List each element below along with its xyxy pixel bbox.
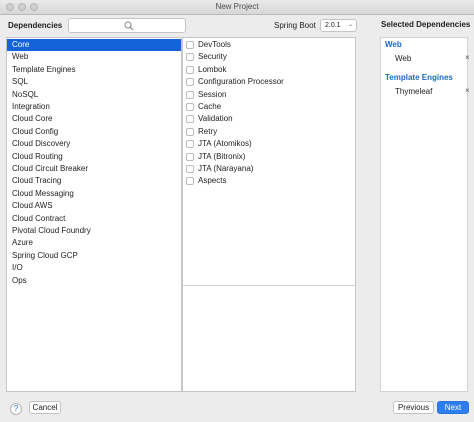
dependency-label: Session — [198, 89, 227, 99]
dependency-list: DevTools Security Lombok Configuration Proc… — [182, 37, 356, 392]
spring-boot-version-value: 2.0.1 — [325, 22, 341, 29]
dependency-label: DevTools — [198, 40, 231, 49]
next-button[interactable]: Next — [437, 401, 469, 414]
dependency-label: Retry — [198, 126, 218, 136]
dependency-label: JTA (Narayana) — [198, 164, 254, 173]
category-item[interactable]: Cloud Discovery — [7, 138, 181, 150]
category-item[interactable]: Ops — [7, 275, 181, 287]
selected-item: Thymeleaf — [395, 87, 433, 96]
dependency-checkbox[interactable] — [186, 152, 194, 161]
selected-group-heading: Web — [385, 40, 402, 49]
window-titlebar: New Project — [0, 0, 474, 15]
category-item[interactable]: Cloud Contract — [7, 213, 181, 225]
spring-boot-label: Spring Boot — [274, 21, 316, 30]
dependency-item[interactable]: Configuration Processor — [183, 76, 355, 88]
dependency-checkbox[interactable] — [186, 41, 194, 49]
dependency-label: Configuration Processor — [198, 77, 284, 87]
category-item[interactable]: Cloud Config — [7, 126, 181, 138]
dependency-checkbox[interactable] — [186, 115, 194, 124]
dependency-label: JTA (Bitronix) — [198, 151, 246, 161]
category-item[interactable]: SQL — [7, 76, 181, 88]
dependency-checkbox[interactable] — [186, 78, 194, 87]
dependency-checkbox[interactable] — [186, 90, 194, 99]
dependency-label: Cache — [198, 102, 222, 111]
category-item[interactable]: Web — [7, 51, 181, 63]
dependency-item[interactable]: Cache — [183, 101, 355, 113]
selected-group-heading: Template Engines — [385, 73, 453, 82]
category-item[interactable]: Pivotal Cloud Foundry — [7, 225, 181, 237]
dependency-label: Lombok — [198, 64, 227, 74]
dependency-item[interactable]: JTA (Bitronix) — [183, 151, 355, 163]
dependency-label: Security — [198, 52, 227, 62]
category-item[interactable]: Cloud Routing — [7, 151, 181, 163]
dependency-item[interactable]: Session — [183, 89, 355, 101]
dependency-item[interactable]: JTA (Atomikos) — [183, 138, 355, 150]
dependency-item[interactable]: Lombok — [183, 64, 355, 76]
cancel-button[interactable]: Cancel — [29, 401, 61, 414]
category-item[interactable]: I/O — [7, 262, 181, 274]
dependency-label: Aspects — [198, 176, 227, 186]
category-item[interactable]: Cloud Core — [7, 113, 181, 125]
dependencies-label: Dependencies — [8, 21, 63, 30]
dependency-label: JTA (Atomikos) — [198, 139, 252, 149]
dependency-checkbox[interactable] — [186, 177, 194, 186]
dependency-checkbox[interactable] — [186, 53, 194, 62]
dependency-item[interactable]: Aspects — [183, 175, 355, 187]
spring-boot-version-select[interactable]: 2.0.1 ⌄ — [320, 19, 357, 32]
dependency-item[interactable]: Retry — [183, 126, 355, 138]
dependency-label: Validation — [198, 114, 233, 124]
category-item[interactable]: Template Engines — [7, 64, 181, 76]
remove-item-icon[interactable]: × — [465, 53, 470, 62]
dependency-checkbox[interactable] — [186, 127, 194, 136]
previous-button[interactable]: Previous — [393, 401, 434, 414]
remove-item-icon[interactable]: × — [465, 86, 470, 95]
selected-dependencies-panel: Web Web × Template Engines Thymeleaf × — [380, 37, 470, 392]
category-item[interactable]: NoSQL — [7, 89, 181, 101]
category-item[interactable]: Cloud Messaging — [7, 188, 181, 200]
category-item[interactable]: Spring Cloud GCP — [7, 250, 181, 262]
chevron-down-icon: ⌄ — [347, 22, 353, 28]
help-button[interactable]: ? — [10, 403, 22, 415]
category-item[interactable]: Azure — [7, 237, 181, 249]
dependency-item[interactable]: DevTools — [183, 39, 355, 51]
dependency-item[interactable]: Validation — [183, 113, 355, 125]
selected-dependencies-title: Selected Dependencies — [381, 20, 471, 29]
category-item[interactable]: Cloud AWS — [7, 200, 181, 212]
category-item[interactable]: Integration — [7, 101, 181, 113]
search-field[interactable] — [68, 18, 186, 33]
category-item[interactable]: Cloud Circuit Breaker — [7, 163, 181, 175]
category-list: Core Web Template Engines SQL NoSQL Integrati… — [6, 37, 182, 392]
category-item[interactable]: Cloud Tracing — [7, 175, 181, 187]
description-divider — [183, 285, 355, 286]
dependency-checkbox[interactable] — [186, 165, 194, 173]
dependency-item[interactable]: JTA (Narayana) — [183, 163, 355, 175]
selected-item: Web — [395, 54, 412, 63]
search-input[interactable] — [69, 19, 185, 32]
dependency-checkbox[interactable] — [186, 103, 194, 111]
dependency-checkbox[interactable] — [186, 65, 194, 74]
window-title: New Project — [215, 2, 259, 11]
dependency-checkbox[interactable] — [186, 140, 194, 149]
dependency-item[interactable]: Security — [183, 51, 355, 63]
category-item[interactable]: Core — [7, 39, 181, 51]
